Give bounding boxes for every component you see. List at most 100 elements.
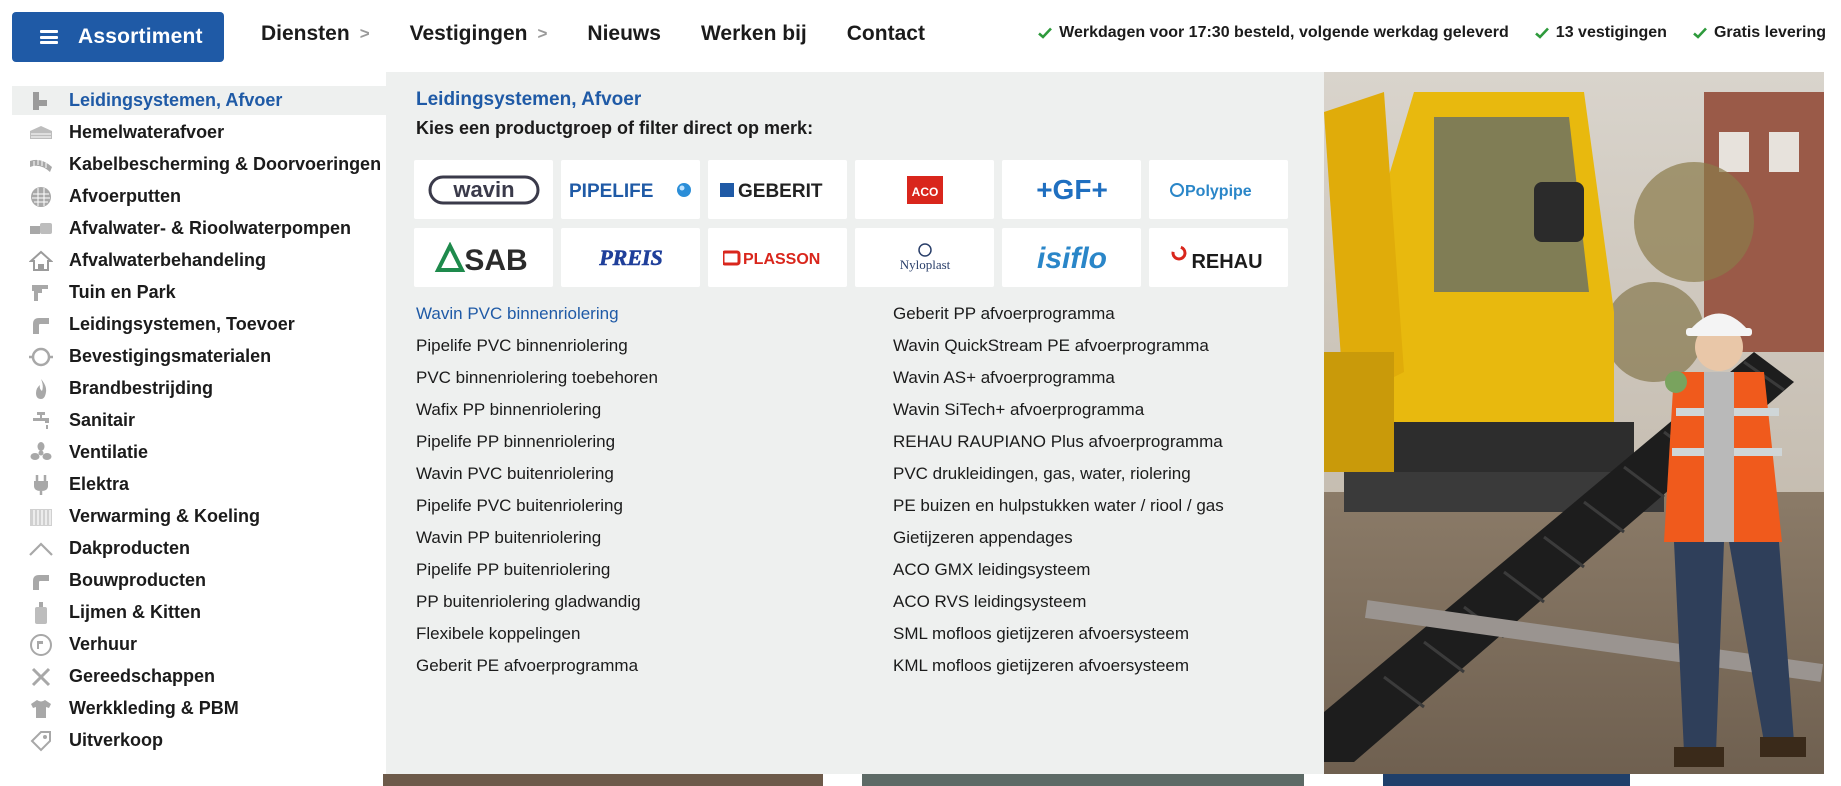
sidebar-item-label: Afvalwater- & Rioolwaterpompen [69,218,352,238]
subcategory-link[interactable]: PP buitenriolering gladwandig [416,592,641,612]
sidebar-item-leidingsystemen-afvoer[interactable]: Leidingsystemen, Afvoer [12,86,386,115]
brand-preis[interactable]: PREIS [561,228,700,287]
drain-grate-icon [27,186,55,208]
subcategory-link[interactable]: Wafix PP binnenriolering [416,400,601,420]
subcategory-link[interactable]: SML mofloos gietijzeren afvoersysteem [893,624,1189,644]
subcategory-link[interactable]: Geberit PE afvoerprogramma [416,656,638,676]
sidebar-item-bevestigingsmaterialen[interactable]: Bevestigingsmaterialen [12,342,386,371]
subcategory-link[interactable]: Pipelife PVC binnenriolering [416,336,628,356]
sidebar-item-label: Sanitair [69,410,136,430]
svg-text:SAB: SAB [464,244,527,274]
nyloplast-logo: Nyloplast [899,242,950,272]
brand-nyloplast[interactable]: Nyloplast [855,228,994,287]
subcategory-link[interactable]: Pipelife PP buitenriolering [416,560,610,580]
brand-wavin[interactable]: wavin [414,160,553,219]
brand-pipelife[interactable]: PIPELIFE [561,160,700,219]
subcategory-link[interactable]: Flexibele koppelingen [416,624,580,644]
sidebar-item-label: Lijmen & Kitten [69,602,202,622]
nav-label: Contact [846,22,925,45]
sidebar-item-label: Bevestigingsmaterialen [69,346,272,366]
subcategory-link[interactable]: KML mofloos gietijzeren afvoersysteem [893,656,1189,676]
pipe-clamp-icon [27,346,55,368]
panel-title[interactable]: Leidingsystemen, Afvoer [416,89,641,111]
brand-sab[interactable]: SAB [414,228,553,287]
sidebar-item-gereedschappen[interactable]: Gereedschappen [12,662,386,691]
sidebar-item-verhuur[interactable]: Verhuur [12,630,386,659]
polypipe-logo: Polypipe [1169,182,1252,200]
mega-menu: Leidingsystemen, Afvoer Hemelwaterafvoer… [12,72,1824,774]
construction-worker-photo [1324,72,1824,774]
svg-text:isiflo: isiflo [1036,242,1106,274]
subcategory-link[interactable]: ACO GMX leidingsysteem [893,560,1090,580]
nav-vestigingen[interactable]: Vestigingen > [410,22,548,46]
usp-locations: 13 vestigingen [1534,24,1667,42]
sidebar-item-afvoerputten[interactable]: Afvoerputten [12,182,386,211]
preis-logo: PREIS [597,245,662,270]
usp-text: Werkdagen voor 17:30 besteld, volgende w… [1059,24,1509,41]
sidebar-item-tuin-en-park[interactable]: Tuin en Park [12,278,386,307]
nav-contact[interactable]: Contact [847,22,925,46]
sidebar-item-sanitair[interactable]: Sanitair [12,406,386,435]
faucet-icon [27,410,55,432]
subcategory-link[interactable]: Wavin AS+ afvoerprogramma [893,368,1115,388]
nav-nieuws[interactable]: Nieuws [587,22,661,46]
drain-pipe-icon [27,90,55,112]
fan-icon [27,441,55,464]
radiator-icon [27,506,55,528]
subcategory-link[interactable]: Geberit PP afvoerprogramma [893,304,1115,324]
sidebar-item-werkkleding[interactable]: Werkkleding & PBM [12,694,386,723]
sidebar-item-afvalwaterbehandeling[interactable]: Afvalwaterbehandeling [12,246,386,275]
subcategory-link[interactable]: ACO RVS leidingsysteem [893,592,1086,612]
svg-text:PLASSON: PLASSON [743,251,820,268]
subcategory-link[interactable]: Wavin SiTech+ afvoerprogramma [893,400,1144,420]
subcategory-link[interactable]: Wavin PP buitenriolering [416,528,601,548]
sidebar-item-uitverkoop[interactable]: Uitverkoop [12,726,386,755]
wavin-logo: wavin [428,175,539,204]
brand-rehau[interactable]: REHAU [1149,228,1288,287]
brand-polypipe[interactable]: Polypipe [1149,160,1288,219]
brand-gf[interactable]: +GF+ [1002,160,1141,219]
subcategory-link[interactable]: REHAU RAUPIANO Plus afvoerprogramma [893,432,1223,452]
plasson-logo: PLASSON [722,250,820,268]
sidebar-item-dakproducten[interactable]: Dakproducten [12,534,386,563]
assortiment-button[interactable]: Assortiment [12,12,224,62]
sidebar-item-label: Leidingsystemen, Afvoer [69,90,283,110]
brand-plasson[interactable]: PLASSON [708,228,847,287]
subcategory-link[interactable]: Pipelife PVC buitenriolering [416,496,623,516]
rental-icon [27,633,55,656]
nav-werken-bij[interactable]: Werken bij [701,22,807,46]
assortiment-label: Assortiment [78,25,203,48]
subcategory-link[interactable]: PVC binnenriolering toebehoren [416,368,658,388]
subcategory-link[interactable]: Wavin QuickStream PE afvoerprogramma [893,336,1209,356]
nav-diensten[interactable]: Diensten > [261,22,370,46]
usp-delivery: Werkdagen voor 17:30 besteld, volgende w… [1038,24,1509,42]
svg-text:Polypipe: Polypipe [1185,183,1252,200]
brand-geberit[interactable]: GEBERIT [708,160,847,219]
sidebar-item-leidingsystemen-toevoer[interactable]: Leidingsystemen, Toevoer [12,310,386,339]
sidebar-item-verwarming-koeling[interactable]: Verwarming & Koeling [12,502,386,531]
sidebar-item-ventilatie[interactable]: Ventilatie [12,438,386,467]
subcategory-link[interactable]: Wavin PVC binnenriolering [416,304,619,324]
isiflo-logo: isiflo [1036,242,1106,274]
subcategory-link[interactable]: Wavin PVC buitenriolering [416,464,614,484]
nav-label: Werken bij [700,22,807,45]
sidebar-item-kabelbescherming[interactable]: Kabelbescherming & Doorvoeringen [12,150,386,179]
usp-text: Gratis levering [1713,24,1826,41]
subcategory-link[interactable]: PE buizen en hulpstukken water / riool /… [893,496,1224,516]
house-treatment-icon [27,250,55,272]
pipelife-logo: PIPELIFE [569,181,691,202]
subcategory-link[interactable]: Pipelife PP binnenriolering [416,432,615,452]
sidebar-item-pompen[interactable]: Afvalwater- & Rioolwaterpompen [12,214,386,243]
sidebar-item-hemelwaterafvoer[interactable]: Hemelwaterafvoer [12,118,386,147]
sidebar-item-label: Hemelwaterafvoer [69,122,225,142]
subcategory-link[interactable]: PVC drukleidingen, gas, water, riolering [893,464,1191,484]
sidebar-item-elektra[interactable]: Elektra [12,470,386,499]
brand-isiflo[interactable]: isiflo [1002,228,1141,287]
brand-aco[interactable]: ACO [855,160,994,219]
building-material-icon [27,570,55,592]
sidebar-item-bouwproducten[interactable]: Bouwproducten [12,566,386,595]
sidebar-item-brandbestrijding[interactable]: Brandbestrijding [12,374,386,403]
subcategory-link[interactable]: Gietijzeren appendages [893,528,1073,548]
sidebar-item-lijmen-kitten[interactable]: Lijmen & Kitten [12,598,386,627]
sidebar-item-label: Werkkleding & PBM [69,698,239,718]
